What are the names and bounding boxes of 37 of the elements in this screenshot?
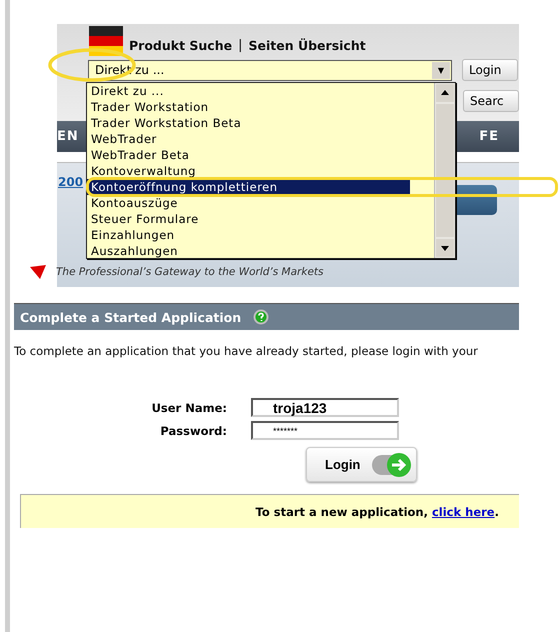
intro-text: To complete an application that you have already started, please login with your <box>14 344 479 358</box>
dropdown-item[interactable]: Trader Workstation <box>87 99 434 115</box>
dropdown-item[interactable]: Direkt zu ... <box>87 83 434 99</box>
scrollbar-thumb[interactable] <box>436 104 454 237</box>
field-label: Password: <box>159 424 228 438</box>
scroll-down-icon[interactable] <box>436 239 454 257</box>
nav-item[interactable]: EN <box>57 129 79 144</box>
link-separator: | <box>238 38 242 54</box>
username-field[interactable]: troja123 <box>251 398 399 417</box>
dropdown-item[interactable]: WebTrader <box>87 131 434 147</box>
login-button[interactable]: Login <box>306 447 417 482</box>
dropdown-item[interactable]: Trader Workstation Beta <box>87 115 434 131</box>
arrow-right-icon <box>372 452 412 478</box>
password-field[interactable]: ******* <box>251 421 399 440</box>
product-search-link[interactable]: Produkt Suche <box>129 38 232 54</box>
scroll-up-icon[interactable] <box>436 84 454 102</box>
dropdown-item[interactable]: Auszahlungen <box>87 243 434 258</box>
field-label: User Name: <box>150 400 228 414</box>
scrollbar[interactable] <box>434 83 455 258</box>
dropdown-arrow-button[interactable]: ▼ <box>432 62 450 78</box>
dropdown-item[interactable]: Kontoauszüge <box>87 195 434 211</box>
section-title: Complete a Started Application <box>20 310 242 324</box>
dropdown-item[interactable]: Einzahlungen <box>87 227 434 243</box>
search-button[interactable]: Searc <box>463 90 519 112</box>
notice-text: To start a new application, click here. <box>256 504 499 518</box>
year-link[interactable]: 200 <box>57 175 84 189</box>
german-flag-icon <box>89 26 123 56</box>
nav-item[interactable]: FE <box>479 129 499 144</box>
click-here-link[interactable]: click here <box>432 504 495 518</box>
triangle-icon <box>30 265 46 279</box>
dropdown-item[interactable]: WebTrader Beta <box>87 147 434 163</box>
dropdown-item[interactable]: Kontoverwaltung <box>87 163 434 179</box>
login-button[interactable]: Login <box>462 59 518 81</box>
help-icon[interactable] <box>253 309 270 325</box>
sitemap-link[interactable]: Seiten Übersicht <box>248 38 366 54</box>
dropdown-item[interactable]: Steuer Formulare <box>87 211 434 227</box>
tagline: The Professional’s Gateway to the World’s Markets <box>56 266 324 278</box>
